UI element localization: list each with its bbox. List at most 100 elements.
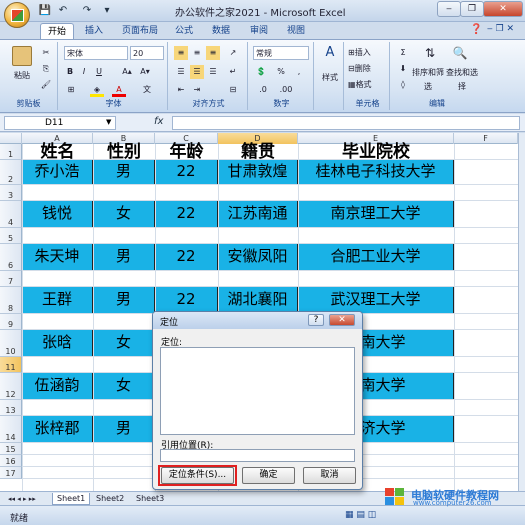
row-header[interactable]: 2 bbox=[0, 160, 22, 185]
table-cell[interactable]: 湖北襄阳 bbox=[218, 287, 298, 314]
table-cell[interactable]: 伍涵韵 bbox=[22, 373, 93, 400]
tab-home[interactable]: 开始 bbox=[40, 23, 75, 39]
increase-indent-icon[interactable]: ⇥ bbox=[190, 83, 204, 97]
italic-button[interactable]: I bbox=[78, 65, 90, 79]
row-header[interactable]: 14 bbox=[0, 416, 22, 443]
table-cell[interactable]: 男 bbox=[93, 244, 155, 271]
align-right-icon[interactable]: ☰ bbox=[206, 65, 220, 79]
wrap-text-icon[interactable]: ↵ bbox=[226, 65, 240, 79]
table-cell[interactable]: 女 bbox=[93, 201, 155, 228]
percent-icon[interactable]: % bbox=[274, 65, 288, 79]
minimize-button[interactable]: ‒ bbox=[437, 1, 461, 17]
currency-icon[interactable]: 💲 bbox=[253, 65, 269, 79]
tab-formulas[interactable]: 公式 bbox=[168, 23, 200, 39]
sort-filter-icon[interactable]: ⇅ bbox=[420, 46, 440, 60]
table-cell[interactable]: 武汉理工大学 bbox=[298, 287, 454, 314]
bottom-align-icon[interactable]: ≡ bbox=[206, 46, 220, 60]
number-format-select[interactable]: 常规 bbox=[253, 46, 309, 60]
tab-view[interactable]: 视图 bbox=[280, 23, 312, 39]
increase-decimal-icon[interactable]: .0 bbox=[253, 83, 273, 97]
align-center-icon[interactable]: ☰ bbox=[190, 65, 204, 79]
font-size-select[interactable]: 20 bbox=[130, 46, 164, 60]
view-buttons-icon[interactable]: ▦ ▤ ◫ bbox=[345, 510, 376, 520]
sheet-tab[interactable]: Sheet2 bbox=[92, 493, 128, 505]
styles-icon[interactable]: A bbox=[322, 46, 338, 64]
tab-data[interactable]: 数据 bbox=[205, 23, 237, 39]
copy-icon[interactable]: ⎘ bbox=[40, 62, 52, 76]
name-box-dropdown-icon[interactable]: ▼ bbox=[106, 118, 111, 126]
dialog-close-button[interactable]: ✕ bbox=[329, 314, 355, 326]
sheet-tab[interactable]: Sheet1 bbox=[52, 493, 91, 505]
row-header[interactable]: 10 bbox=[0, 330, 22, 357]
decrease-decimal-icon[interactable]: .00 bbox=[276, 83, 296, 97]
underline-button[interactable]: U bbox=[92, 65, 106, 79]
table-cell[interactable]: 22 bbox=[155, 160, 218, 185]
table-cell[interactable]: 甘肃敦煌 bbox=[218, 160, 298, 185]
table-cell[interactable]: 女 bbox=[93, 373, 155, 400]
table-cell[interactable]: 22 bbox=[155, 244, 218, 271]
name-box[interactable]: D11 bbox=[4, 116, 116, 130]
restore-button[interactable]: ❐ bbox=[460, 1, 484, 17]
orientation-icon[interactable]: ↗ bbox=[226, 46, 240, 60]
comma-icon[interactable]: , bbox=[292, 65, 306, 79]
clear-icon[interactable]: ◊ bbox=[396, 78, 410, 92]
table-cell[interactable]: 22 bbox=[155, 201, 218, 228]
save-icon[interactable]: 💾 bbox=[38, 4, 52, 18]
goto-listbox[interactable] bbox=[160, 347, 355, 435]
row-header[interactable]: 6 bbox=[0, 244, 22, 271]
table-header-cell[interactable]: 籍贯 bbox=[218, 144, 298, 161]
paste-icon[interactable] bbox=[12, 46, 32, 66]
styles-button[interactable]: 样式 bbox=[317, 71, 343, 85]
top-align-icon[interactable]: ≡ bbox=[174, 46, 188, 60]
row-header[interactable]: 9 bbox=[0, 314, 22, 330]
table-cell[interactable]: 22 bbox=[155, 287, 218, 314]
undo-icon[interactable]: ↶ bbox=[56, 4, 70, 18]
table-cell[interactable]: 男 bbox=[93, 416, 155, 443]
column-header[interactable]: F bbox=[454, 133, 518, 144]
help-icon[interactable]: ❓ bbox=[470, 24, 482, 35]
goto-special-button[interactable]: 定位条件(S)... bbox=[161, 467, 234, 484]
align-left-icon[interactable]: ☰ bbox=[174, 65, 188, 79]
insert-function-icon[interactable]: fx bbox=[154, 116, 170, 130]
row-header[interactable]: 4 bbox=[0, 201, 22, 228]
tab-page-layout[interactable]: 页面布局 bbox=[115, 23, 165, 39]
customize-quick-access-icon[interactable]: ▾ bbox=[100, 4, 114, 18]
autosum-icon[interactable]: Σ bbox=[396, 46, 410, 60]
table-cell[interactable]: 安徽凤阳 bbox=[218, 244, 298, 271]
table-cell[interactable]: 江苏南通 bbox=[218, 201, 298, 228]
merge-center-icon[interactable]: ⊟ bbox=[226, 83, 240, 97]
sheet-nav-arrows-icon[interactable]: ◂◂ ◂ ▸ ▸▸ bbox=[4, 493, 40, 505]
find-select-icon[interactable]: 🔍 bbox=[450, 46, 470, 60]
borders-icon[interactable]: ⊞ bbox=[64, 83, 78, 97]
table-header-cell[interactable]: 姓名 bbox=[22, 144, 93, 161]
sheet-tab[interactable]: Sheet3 bbox=[132, 493, 168, 505]
table-cell[interactable]: 张梓郡 bbox=[22, 416, 93, 443]
table-cell[interactable]: 男 bbox=[93, 287, 155, 314]
close-button[interactable]: ✕ bbox=[483, 1, 523, 17]
tab-review[interactable]: 审阅 bbox=[243, 23, 275, 39]
bold-button[interactable]: B bbox=[64, 65, 76, 79]
middle-align-icon[interactable]: ≡ bbox=[190, 46, 204, 60]
row-header[interactable]: 1 bbox=[0, 144, 22, 160]
reference-input[interactable] bbox=[160, 449, 355, 462]
font-name-select[interactable]: 宋体 bbox=[64, 46, 128, 60]
font-color-icon[interactable]: A bbox=[112, 83, 126, 97]
dialog-help-button[interactable]: ? bbox=[308, 314, 324, 326]
table-cell[interactable]: 桂林电子科技大学 bbox=[298, 160, 454, 185]
cut-icon[interactable]: ✂ bbox=[40, 46, 52, 60]
table-cell[interactable]: 王群 bbox=[22, 287, 93, 314]
paste-button[interactable]: 粘贴 bbox=[8, 69, 36, 83]
format-painter-icon[interactable]: 🖌 bbox=[40, 78, 52, 92]
row-header[interactable]: 16 bbox=[0, 455, 22, 467]
table-cell[interactable]: 乔小浩 bbox=[22, 160, 93, 185]
shrink-font-icon[interactable]: A▾ bbox=[138, 65, 152, 79]
table-cell[interactable]: 张晗 bbox=[22, 330, 93, 357]
office-button[interactable] bbox=[4, 2, 30, 28]
decrease-indent-icon[interactable]: ⇤ bbox=[174, 83, 188, 97]
row-header[interactable]: 3 bbox=[0, 185, 22, 201]
table-header-cell[interactable]: 年龄 bbox=[155, 144, 218, 161]
table-cell[interactable]: 南京理工大学 bbox=[298, 201, 454, 228]
phonetic-icon[interactable]: 文 bbox=[140, 83, 154, 97]
row-header[interactable]: 12 bbox=[0, 373, 22, 400]
table-cell[interactable]: 女 bbox=[93, 330, 155, 357]
